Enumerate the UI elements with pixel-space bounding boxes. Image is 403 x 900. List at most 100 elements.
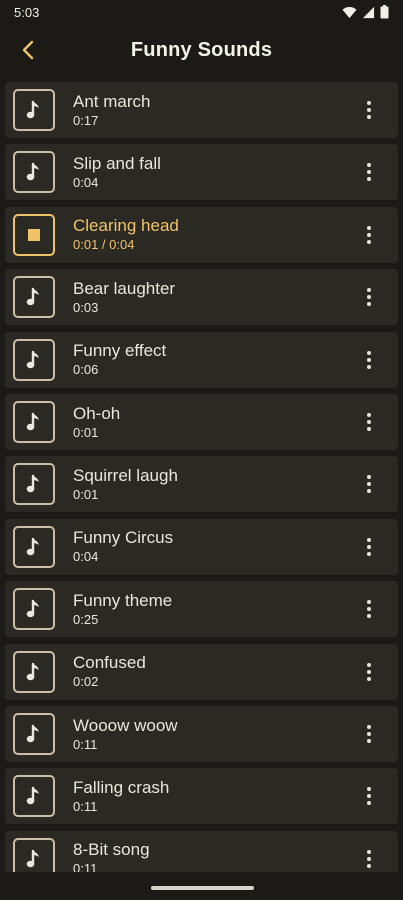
sound-text: Confused 0:02: [73, 653, 354, 690]
sound-name: Slip and fall: [73, 153, 161, 173]
stop-icon: [28, 228, 40, 241]
play-button[interactable]: [13, 401, 55, 443]
more-vert-icon: [367, 537, 371, 556]
sound-name: Oh-oh: [73, 403, 121, 423]
sound-duration: 0:03: [73, 299, 99, 315]
sound-duration: 0:25: [73, 611, 99, 627]
sound-row[interactable]: Confused 0:02: [5, 643, 398, 700]
battery-icon: [380, 5, 389, 19]
more-options-button[interactable]: [354, 340, 384, 380]
sound-text: Bear laughter 0:03: [73, 279, 354, 316]
play-button[interactable]: [13, 650, 55, 693]
sound-name: Squirrel laugh: [73, 465, 178, 485]
back-button[interactable]: [12, 34, 44, 66]
sound-row[interactable]: Funny Circus 0:04: [5, 518, 398, 575]
more-options-button[interactable]: [354, 464, 384, 504]
more-options-button[interactable]: [354, 90, 384, 130]
sound-text: Falling crash 0:11: [73, 778, 354, 815]
music-note-icon: [25, 849, 43, 869]
play-button[interactable]: [13, 89, 55, 131]
sound-duration: 0:01 / 0:04: [73, 237, 135, 253]
sound-row[interactable]: Falling crash 0:11: [5, 768, 398, 825]
more-options-button[interactable]: [354, 714, 384, 754]
status-time: 5:03: [14, 4, 40, 20]
sound-row[interactable]: Bear laughter 0:03: [5, 269, 398, 326]
sound-row[interactable]: Wooow woow 0:11: [5, 706, 398, 762]
sound-row[interactable]: Ant march 0:17: [5, 82, 398, 138]
more-options-button[interactable]: [354, 215, 384, 255]
music-note-icon: [25, 162, 43, 182]
sound-duration: 0:04: [73, 174, 99, 190]
sound-name: Confused: [73, 653, 146, 673]
music-note-icon: [25, 474, 43, 494]
more-vert-icon: [367, 849, 371, 868]
play-button[interactable]: [13, 713, 55, 755]
sound-name: 8-Bit song: [73, 840, 150, 860]
more-vert-icon: [367, 475, 371, 494]
wifi-icon: [342, 6, 357, 18]
sound-text: Funny theme 0:25: [73, 591, 354, 628]
more-vert-icon: [367, 662, 371, 681]
music-note-icon: [25, 662, 43, 682]
sound-name: Ant march: [73, 91, 151, 111]
play-button[interactable]: [13, 837, 55, 872]
more-vert-icon: [367, 725, 371, 743]
sound-row[interactable]: Funny theme 0:25: [5, 581, 398, 638]
play-button[interactable]: [13, 151, 55, 194]
sound-name: Funny theme: [73, 590, 173, 610]
music-note-icon: [25, 100, 43, 120]
play-button[interactable]: [13, 338, 55, 381]
more-options-button[interactable]: [354, 527, 384, 567]
play-button[interactable]: [13, 588, 55, 631]
app-bar: Funny Sounds: [0, 24, 403, 76]
more-options-button[interactable]: [354, 652, 384, 692]
play-button[interactable]: [13, 276, 55, 319]
sound-duration: 0:17: [73, 112, 99, 128]
more-options-button[interactable]: [354, 402, 384, 442]
music-note-icon: [25, 724, 43, 744]
more-options-button[interactable]: [354, 589, 384, 629]
sound-row[interactable]: Clearing head 0:01 / 0:04: [5, 206, 398, 263]
sound-name: Wooow woow: [73, 715, 178, 735]
sound-duration: 0:06: [73, 362, 99, 378]
sound-name: Funny effect: [73, 341, 167, 361]
music-note-icon: [25, 599, 43, 619]
more-vert-icon: [367, 350, 371, 369]
navigation-bar: [0, 872, 403, 900]
more-options-button[interactable]: [354, 152, 384, 192]
play-button[interactable]: [13, 525, 55, 568]
sound-row[interactable]: Oh-oh 0:01: [5, 394, 398, 450]
music-note-icon: [25, 287, 43, 307]
page-title: Funny Sounds: [130, 38, 273, 61]
sound-row[interactable]: Slip and fall 0:04: [5, 144, 398, 201]
signal-icon: [362, 6, 375, 18]
chevron-left-icon: [22, 40, 34, 60]
sound-duration: 0:01: [73, 424, 99, 440]
more-options-button[interactable]: [354, 277, 384, 317]
sound-duration: 0:11: [73, 861, 98, 872]
sound-text: Squirrel laugh 0:01: [73, 466, 354, 503]
play-button[interactable]: [13, 463, 55, 506]
sound-row[interactable]: 8-Bit song 0:11: [5, 830, 398, 872]
music-note-icon: [25, 350, 43, 370]
sound-text: Ant march 0:17: [73, 92, 354, 129]
music-note-icon: [25, 412, 43, 432]
stop-button[interactable]: [13, 213, 55, 256]
home-handle[interactable]: [151, 886, 254, 890]
sound-row[interactable]: Squirrel laugh 0:01: [5, 456, 398, 513]
sound-duration: 0:02: [73, 674, 99, 690]
more-vert-icon: [367, 787, 371, 806]
sound-name: Funny Circus: [73, 528, 174, 548]
sound-name: Bear laughter: [73, 278, 176, 298]
sound-list[interactable]: Ant march 0:17 Slip and fall 0:04 Clearing h…: [0, 82, 403, 872]
sound-row[interactable]: Funny effect 0:06: [5, 331, 398, 388]
more-vert-icon: [367, 413, 371, 431]
music-note-icon: [25, 786, 43, 806]
sound-name: Falling crash: [73, 777, 170, 797]
sound-duration: 0:11: [73, 736, 98, 752]
play-button[interactable]: [13, 775, 55, 818]
sound-name: Clearing head: [73, 216, 179, 236]
more-options-button[interactable]: [354, 776, 384, 816]
more-options-button[interactable]: [354, 839, 384, 872]
status-bar: 5:03: [0, 0, 403, 24]
